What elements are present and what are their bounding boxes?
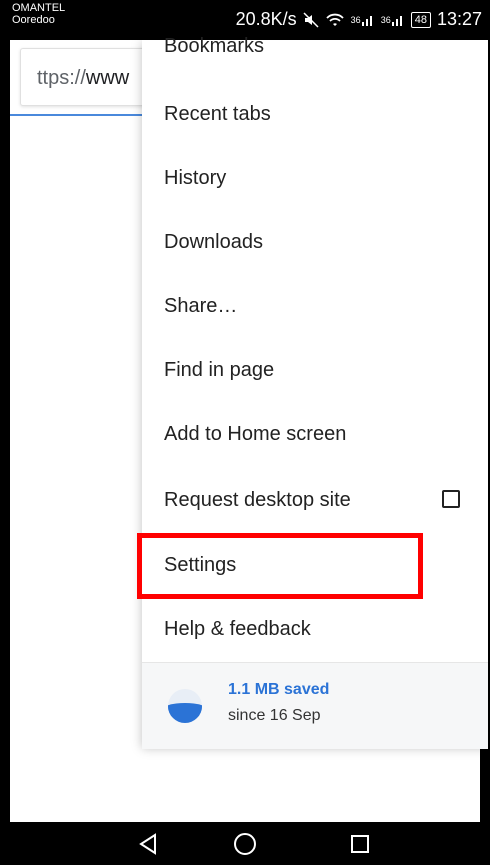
navigation-bar — [0, 822, 490, 865]
menu-item-share[interactable]: Share… — [142, 274, 488, 338]
data-saver-row[interactable]: 1.1 MB saved since 16 Sep — [142, 662, 488, 749]
menu-item-recent-tabs[interactable]: Recent tabs — [142, 82, 488, 146]
recents-icon[interactable] — [347, 831, 373, 857]
data-saver-icon — [168, 689, 202, 723]
menu-item-help[interactable]: Help & feedback — [142, 597, 488, 661]
menu-item-bookmarks[interactable]: Bookmarks — [142, 14, 488, 60]
menu-item-history[interactable]: History — [142, 146, 488, 210]
carrier-name-1: OMANTEL — [12, 2, 66, 14]
url-text[interactable]: ttps://www — [37, 67, 129, 90]
checkbox-icon[interactable] — [442, 490, 460, 508]
menu-item-add-to-home[interactable]: Add to Home screen — [142, 402, 488, 466]
menu-item-downloads[interactable]: Downloads — [142, 210, 488, 274]
carrier-name-2: Ooredoo — [12, 14, 55, 26]
back-icon[interactable] — [135, 831, 161, 857]
data-saver-subtitle: since 16 Sep — [228, 707, 321, 724]
settings-highlight-box — [137, 533, 423, 599]
data-saver-title: 1.1 MB saved — [228, 681, 330, 698]
home-icon[interactable] — [232, 831, 258, 857]
menu-item-request-desktop[interactable]: Request desktop site — [142, 468, 488, 532]
menu-item-find-in-page[interactable]: Find in page — [142, 338, 488, 402]
overflow-menu: Bookmarks Recent tabs History Downloads … — [142, 35, 488, 749]
